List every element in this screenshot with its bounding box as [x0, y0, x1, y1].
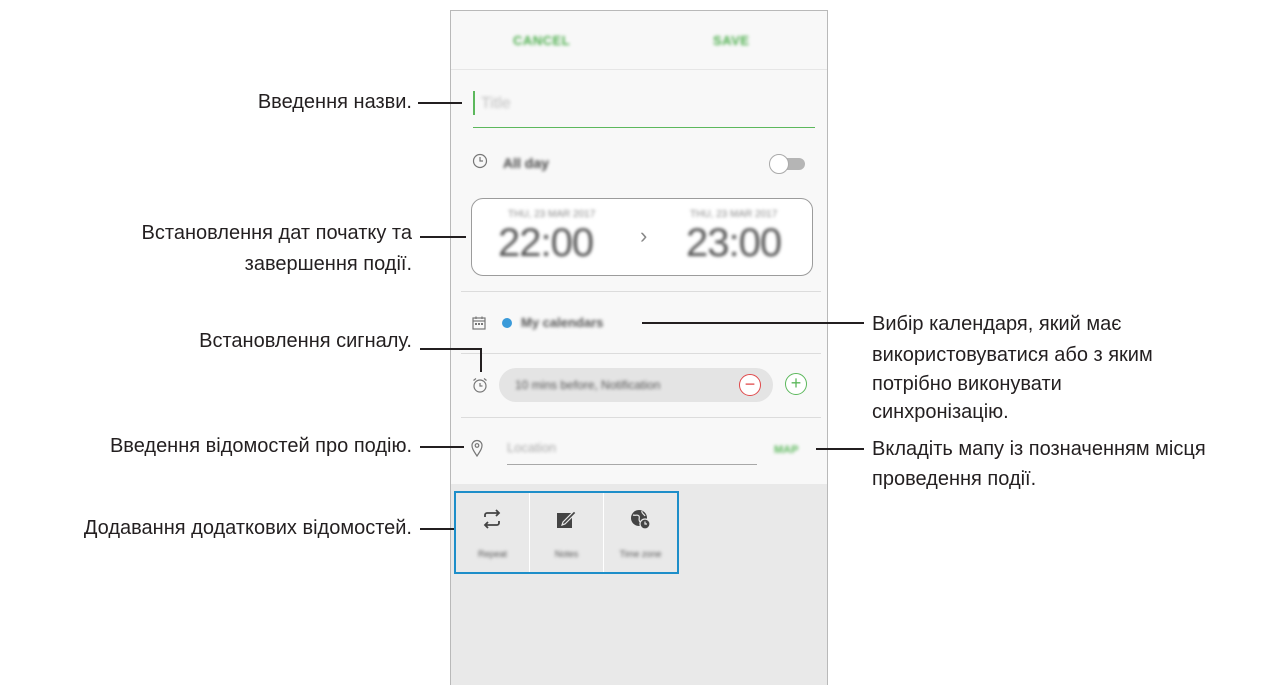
annotation-dates-line2: завершення події.	[244, 253, 412, 275]
reminder-label: 10 mins before, Notification	[515, 378, 661, 392]
notes-label: Notes	[554, 549, 579, 559]
time-zone-icon	[631, 510, 651, 530]
all-day-toggle[interactable]	[769, 154, 809, 174]
notes-option[interactable]: Notes	[530, 493, 604, 572]
title-placeholder: Title	[481, 95, 511, 112]
leader-line	[418, 102, 462, 104]
calendar-label[interactable]: My calendars	[521, 315, 603, 330]
leader-line	[420, 528, 454, 530]
repeat-option[interactable]: Repeat	[456, 493, 530, 572]
phone-screen: CANCEL SAVE Title All day THU, 23 MAR 20…	[450, 10, 828, 685]
annotation-dates-line1: Встановлення дат початку та	[141, 222, 412, 244]
event-form: CANCEL SAVE Title All day THU, 23 MAR 20…	[451, 11, 827, 484]
annotation-details: Введення відомостей про подію.	[109, 435, 412, 457]
save-button[interactable]: SAVE	[713, 33, 749, 48]
time-zone-label: Time zone	[619, 549, 662, 559]
location-row: Location MAP	[451, 426, 827, 474]
annotation-extras: Додавання додаткових відомостей.	[83, 517, 412, 539]
start-time[interactable]: 22:00	[498, 221, 594, 266]
repeat-icon	[483, 509, 501, 529]
annotation-map-line2: проведення події.	[872, 468, 1037, 490]
leader-line	[816, 448, 864, 450]
map-button[interactable]: MAP	[774, 444, 798, 456]
clock-icon	[472, 153, 488, 169]
annotation-map-line1: Вкладіть мапу із позначенням місця	[872, 438, 1206, 460]
toggle-knob	[769, 154, 789, 174]
calendar-icon	[472, 316, 486, 330]
annotation-alarm: Встановлення сигналу.	[199, 330, 412, 352]
annotation-title: Введення назви.	[257, 91, 412, 113]
end-time[interactable]: 23:00	[686, 221, 782, 266]
notes-icon	[557, 510, 577, 528]
location-placeholder: Location	[507, 440, 557, 455]
extra-options: Repeat Notes Time zone	[454, 491, 679, 574]
annotation-calendar-line3: потрібно виконувати	[872, 373, 1062, 395]
time-zone-option[interactable]: Time zone	[604, 493, 677, 572]
leader-line	[420, 236, 466, 238]
cancel-button[interactable]: CANCEL	[513, 33, 570, 48]
start-date[interactable]: THU, 23 MAR 2017	[508, 209, 595, 220]
divider	[461, 291, 821, 292]
location-input[interactable]: Location	[507, 436, 757, 465]
chevron-right-icon: ›	[640, 223, 648, 248]
alarm-clock-icon	[473, 378, 487, 393]
leader-line	[420, 446, 464, 448]
add-reminder-button[interactable]: +	[785, 373, 807, 395]
date-range-picker[interactable]: THU, 23 MAR 2017 22:00 › THU, 23 MAR 201…	[471, 198, 813, 276]
calendar-selector[interactable]: My calendars	[451, 301, 827, 347]
all-day-label: All day	[503, 155, 549, 171]
leader-line	[642, 322, 864, 324]
all-day-row: All day	[451, 141, 827, 187]
annotation-calendar-line2: використовуватися або з яким	[872, 344, 1153, 366]
reminder-row: 10 mins before, Notification − +	[451, 356, 827, 416]
divider	[461, 353, 821, 354]
annotation-calendar-line4: синхронізацію.	[872, 401, 1009, 423]
remove-reminder-button[interactable]: −	[739, 374, 761, 396]
action-bar: CANCEL SAVE	[451, 11, 827, 70]
divider	[461, 417, 821, 418]
repeat-label: Repeat	[477, 549, 508, 559]
reminder-chip[interactable]: 10 mins before, Notification −	[499, 368, 773, 402]
calendar-color-dot	[502, 318, 512, 328]
title-input[interactable]: Title	[473, 89, 815, 128]
end-date[interactable]: THU, 23 MAR 2017	[690, 209, 777, 220]
location-pin-icon	[471, 439, 483, 458]
leader-line	[420, 348, 481, 350]
leader-line	[480, 348, 482, 372]
annotation-calendar-line1: Вибір календаря, який має	[872, 313, 1122, 335]
text-cursor	[473, 91, 475, 115]
